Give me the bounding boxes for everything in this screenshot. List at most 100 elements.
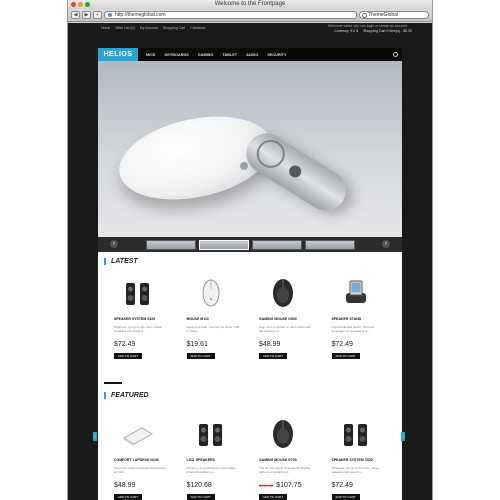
forward-button[interactable]: ▶ xyxy=(82,11,91,19)
add-to-cart-button[interactable]: ADD TO CART xyxy=(331,494,360,500)
slider-next-button[interactable]: › xyxy=(382,240,390,248)
add-to-cart-button[interactable]: ADD TO CART xyxy=(259,353,287,359)
slider-thumb-4[interactable] xyxy=(304,239,355,250)
slider-thumb-3[interactable] xyxy=(251,239,302,250)
product-description: Stop your on-screen in their tracks with… xyxy=(259,325,311,334)
product-name[interactable]: MOUSE M110 xyxy=(187,317,209,321)
current-price: $48.99 xyxy=(114,482,136,489)
gaming-mouse-icon[interactable] xyxy=(263,416,303,452)
latest-products: SPEAKER SYSTEM Z320 Wherever you go in th… xyxy=(110,275,400,375)
old-price: $119.68 xyxy=(259,483,274,488)
site-logo[interactable]: HELIOS xyxy=(98,48,138,61)
window-title: Welcome to the Frontpage xyxy=(214,1,286,7)
featured-heading: FEATURED xyxy=(104,392,149,399)
product-description: The 30-inch Apple Cinema HD Display deli… xyxy=(259,466,311,475)
add-to-cart-button[interactable]: ADD TO CART xyxy=(114,494,142,500)
nav-item-keyboards[interactable]: KEYBOARDS xyxy=(165,53,189,57)
product-price: $19.61 xyxy=(187,341,208,348)
current-price: $107.75 xyxy=(276,482,302,489)
nav-item-audio[interactable]: AUDIO xyxy=(246,53,258,57)
welcome-text: Welcome visitor you can login or create … xyxy=(327,24,408,28)
product-card[interactable]: COMFORT LAPDESK N100 Intel Core 2 Duo pro… xyxy=(110,416,183,500)
product-card[interactable]: GAMING MOUSE G700 The 30-inch Apple Cinem… xyxy=(255,416,328,500)
current-price: $72.49 xyxy=(331,341,353,348)
product-card[interactable]: MOUSE M110 Setup is a snap: Connect by ei… xyxy=(183,275,256,375)
product-description: Setup is a snap: Connect by either USB o… xyxy=(186,325,240,334)
page-content: ‹ › LATEST SPEAKER SYSTEM Z320 Wherever y… xyxy=(98,61,402,500)
back-button[interactable]: ◀ xyxy=(71,11,80,19)
apple-logo-icon xyxy=(240,162,248,170)
speakers-icon[interactable] xyxy=(118,275,158,311)
lapdesk-icon[interactable] xyxy=(118,416,158,452)
speakers-icon[interactable] xyxy=(336,416,376,452)
product-name[interactable]: SPEAKER STAND xyxy=(332,317,362,321)
product-price: $72.49 xyxy=(114,341,135,348)
product-description: Wherever you go in the room, these speak… xyxy=(331,466,380,475)
product-name[interactable]: GAMING MOUSE G700 xyxy=(259,458,297,462)
main-navigation: HELIOS MICE KEYBOARDS GAMING TABLET AUDI… xyxy=(98,48,402,61)
featured-prev-arrow[interactable]: ‹ xyxy=(93,432,97,441)
product-price: $48.99 xyxy=(259,341,280,348)
section-divider xyxy=(104,382,122,384)
add-to-cart-button[interactable]: ADD TO CART xyxy=(114,353,142,359)
slider-thumb-2[interactable] xyxy=(198,239,249,250)
product-description: iPhone is a revolutionary new mobile pho… xyxy=(186,466,236,475)
product-card[interactable]: SPEAKER SYSTEM Z320 Wherever you go in th… xyxy=(110,275,183,375)
add-to-cart-button[interactable]: ADD TO CART xyxy=(186,494,215,500)
top-link-home[interactable]: Home xyxy=(101,26,110,30)
browser-search-field[interactable]: ThemeGlobal xyxy=(359,11,429,19)
current-price: $72.49 xyxy=(114,341,136,348)
current-price: $72.49 xyxy=(331,482,353,489)
product-card[interactable]: GAMING MOUSE G500 Stop your on-screen in … xyxy=(255,275,328,375)
add-to-cart-button[interactable]: ADD TO CART xyxy=(259,494,287,500)
add-to-cart-button[interactable]: ADD TO CART xyxy=(186,353,215,359)
slider-thumb-1[interactable] xyxy=(145,239,196,250)
product-card[interactable]: SPEAKER SYSTEM Z520 Wherever you go in th… xyxy=(328,416,401,500)
top-link-account[interactable]: My Account xyxy=(140,26,158,30)
latest-heading: LATEST xyxy=(104,258,138,265)
nav-item-tablet[interactable]: TABLET xyxy=(222,53,237,57)
product-card[interactable]: LS11 SPEAKERS iPhone is a revolutionary n… xyxy=(183,416,256,500)
page-viewport: Home Wish List (0) My Account Shopping C… xyxy=(68,23,432,500)
browser-toolbar: ◀ ▶ + http://themeglobal.com ThemeGlobal xyxy=(68,9,432,22)
cart-summary[interactable]: Shopping Cart 0 item(s) - $0.00 xyxy=(363,29,412,33)
current-price: $48.99 xyxy=(259,341,281,348)
product-name[interactable]: SPEAKER SYSTEM Z520 xyxy=(332,458,373,462)
current-price: $120.68 xyxy=(186,482,212,489)
product-description: Intel Core 2 Duo processor Powered by an… xyxy=(114,466,167,475)
top-link-wishlist[interactable]: Wish List (0) xyxy=(115,26,134,30)
featured-next-arrow[interactable]: › xyxy=(401,432,405,441)
add-bookmark-button[interactable]: + xyxy=(93,11,102,19)
close-window-icon[interactable] xyxy=(71,2,76,7)
minimize-window-icon[interactable] xyxy=(78,2,83,7)
product-price: $48.99 xyxy=(114,482,135,489)
slider-prev-button[interactable]: ‹ xyxy=(110,240,118,248)
address-bar[interactable]: http://themeglobal.com xyxy=(104,11,357,19)
traffic-lights xyxy=(71,2,90,7)
product-name[interactable]: COMFORT LAPDESK N100 xyxy=(114,458,159,462)
nav-item-mice[interactable]: MICE xyxy=(146,53,156,57)
currency-selector[interactable]: Currency: € £ $ xyxy=(334,29,358,33)
nav-item-security[interactable]: SECURITY xyxy=(267,53,286,57)
product-name[interactable]: GAMING MOUSE G500 xyxy=(259,317,297,321)
add-to-cart-button[interactable]: ADD TO CART xyxy=(331,353,360,359)
product-card[interactable]: SPEAKER STAND Unprecedented power. The ne… xyxy=(328,275,401,375)
speakers-icon[interactable] xyxy=(191,416,231,452)
hero-slider[interactable] xyxy=(98,61,402,237)
gaming-mouse-icon[interactable] xyxy=(263,275,303,311)
white-mouse-icon[interactable] xyxy=(191,275,231,311)
product-price: $119.68 $107.75 xyxy=(259,482,301,489)
product-price: $120.68 xyxy=(187,482,212,489)
top-link-checkout[interactable]: Checkout xyxy=(190,26,205,30)
search-icon[interactable] xyxy=(393,52,398,57)
product-description: Wherever you go in the room, these speak… xyxy=(114,325,162,334)
product-name[interactable]: SPEAKER SYSTEM Z320 xyxy=(114,317,155,321)
top-link-cart[interactable]: Shopping Cart xyxy=(163,26,185,30)
browser-window: Welcome to the Frontpage ◀ ▶ + http://th… xyxy=(67,0,433,500)
zoom-window-icon[interactable] xyxy=(85,2,90,7)
nav-item-gaming[interactable]: GAMING xyxy=(198,53,214,57)
speaker-stand-icon[interactable] xyxy=(336,275,376,311)
product-price: $72.49 xyxy=(332,482,353,489)
slider-thumbnails xyxy=(98,237,402,252)
product-name[interactable]: LS11 SPEAKERS xyxy=(187,458,215,462)
